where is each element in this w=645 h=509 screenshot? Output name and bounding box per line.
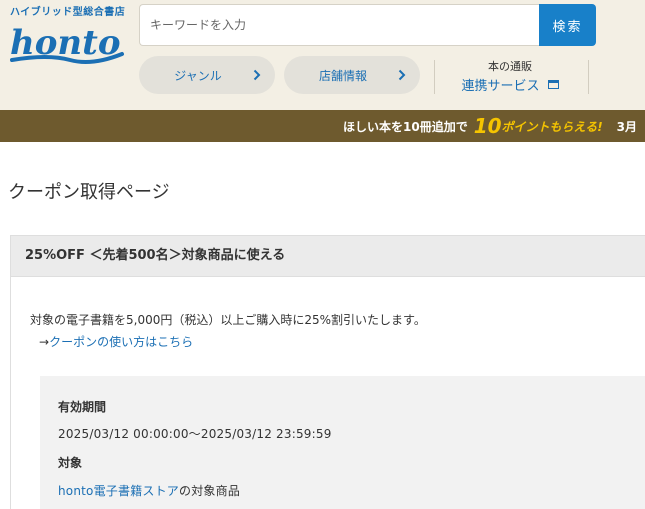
promo-number: 10 <box>473 114 502 138</box>
validity-label: 有効期間 <box>58 400 107 414</box>
search-box <box>139 4 540 46</box>
ebook-store-link[interactable]: honto電子書籍ストア <box>58 484 179 498</box>
chevron-right-icon <box>247 56 267 94</box>
coupon-description: 対象の電子書籍を5,000円（税込）以上ご購入時に25%割引いたします。 <box>30 313 426 327</box>
coupon-howto-label: クーポンの使い方はこちら <box>49 335 194 349</box>
promo-trailing: 3月 <box>616 119 638 134</box>
genre-nav-button[interactable]: ジャンル <box>139 56 275 94</box>
search-input[interactable] <box>140 5 540 45</box>
chevron-right-icon <box>392 56 412 94</box>
store-info-nav-button[interactable]: 店舗情報 <box>284 56 420 94</box>
tsuhan-caption: 本の通販 <box>488 60 532 73</box>
coupon-header: 25%OFF ＜先着500名＞対象商品に使える <box>10 235 645 277</box>
target-value: honto電子書籍ストアの対象商品 <box>58 482 240 499</box>
coupon-title: 25%OFF ＜先着500名＞対象商品に使える <box>25 248 286 263</box>
new-window-icon <box>547 80 559 89</box>
promo-banner-text: ほしい本を10冊追加で 10 ポイントもらえる! 3月 <box>343 110 637 142</box>
validity-value: 2025/03/12 00:00:00～2025/03/12 23:59:59 <box>58 427 332 441</box>
coupon-howto-link[interactable]: →クーポンの使い方はこちら <box>39 333 193 350</box>
site-header: ハイブリッド型総合書店 honto 検索 ジャンル 店舗情報 本の通販 連携サー… <box>0 0 645 110</box>
honto-logo[interactable]: honto <box>8 10 126 72</box>
page-title: クーポン取得ページ <box>8 182 170 203</box>
target-suffix: の対象商品 <box>179 484 241 498</box>
arrow-right-icon: → <box>39 335 50 349</box>
linked-services-label: 連携サービス <box>461 79 540 94</box>
search-button[interactable]: 検索 <box>539 4 596 46</box>
store-info-nav-label: 店舗情報 <box>318 68 367 83</box>
genre-nav-label: ジャンル <box>174 68 222 83</box>
promo-points: ポイントもらえる! <box>501 119 603 134</box>
promo-prefix: ほしい本を10冊追加で <box>343 119 468 134</box>
promo-banner[interactable]: ほしい本を10冊追加で 10 ポイントもらえる! 3月 <box>0 110 645 142</box>
header-divider <box>588 60 589 94</box>
linked-services-link[interactable]: 連携サービス <box>440 75 580 94</box>
target-label: 対象 <box>58 456 83 470</box>
header-divider <box>434 60 435 94</box>
